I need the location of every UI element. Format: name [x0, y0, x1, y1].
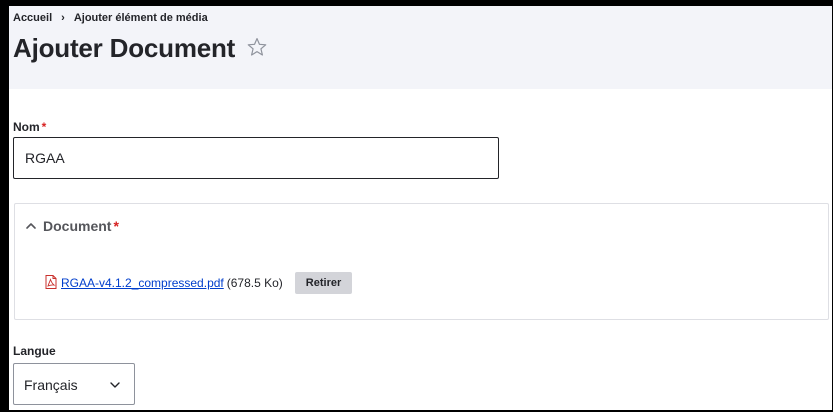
document-required-mark: *	[113, 218, 119, 234]
page: Accueil › Ajouter élément de média Ajouter…	[9, 6, 832, 410]
remove-button[interactable]: Retirer	[294, 272, 353, 294]
breadcrumb-separator: ›	[61, 12, 65, 24]
name-label-text: Nom	[13, 120, 40, 134]
file-link[interactable]: RGAA-v4.1.2_compressed.pdf	[61, 276, 224, 290]
document-panel: Document * RGAA-v4.1.2_compressed.pdf (678…	[14, 203, 829, 320]
window-frame-left	[0, 0, 9, 412]
breadcrumb-home-link[interactable]: Accueil	[13, 12, 52, 24]
language-select[interactable]: Français	[13, 363, 135, 405]
title-row: Ajouter Document	[13, 33, 268, 69]
page-header: Accueil › Ajouter élément de média Ajouter…	[9, 6, 832, 89]
name-required-mark: *	[41, 120, 47, 134]
file-size: (678.5 Ko)	[226, 276, 283, 290]
file-row: RGAA-v4.1.2_compressed.pdf (678.5 Ko) Reti…	[45, 272, 353, 294]
name-input[interactable]	[13, 137, 499, 179]
chevron-down-icon	[110, 382, 120, 388]
document-panel-toggle[interactable]: Document *	[25, 218, 119, 234]
language-field-label: Langue	[13, 344, 56, 358]
language-selected-value: Français	[24, 377, 78, 393]
document-label: Document	[43, 218, 112, 234]
page-title: Ajouter Document	[13, 33, 236, 63]
breadcrumb: Accueil › Ajouter élément de média	[13, 12, 208, 24]
star-outline-icon[interactable]	[246, 36, 268, 58]
name-field-label: Nom *	[13, 120, 46, 134]
chevron-up-icon	[26, 223, 36, 230]
breadcrumb-current: Ajouter élément de média	[73, 12, 208, 24]
pdf-file-icon	[45, 275, 57, 289]
